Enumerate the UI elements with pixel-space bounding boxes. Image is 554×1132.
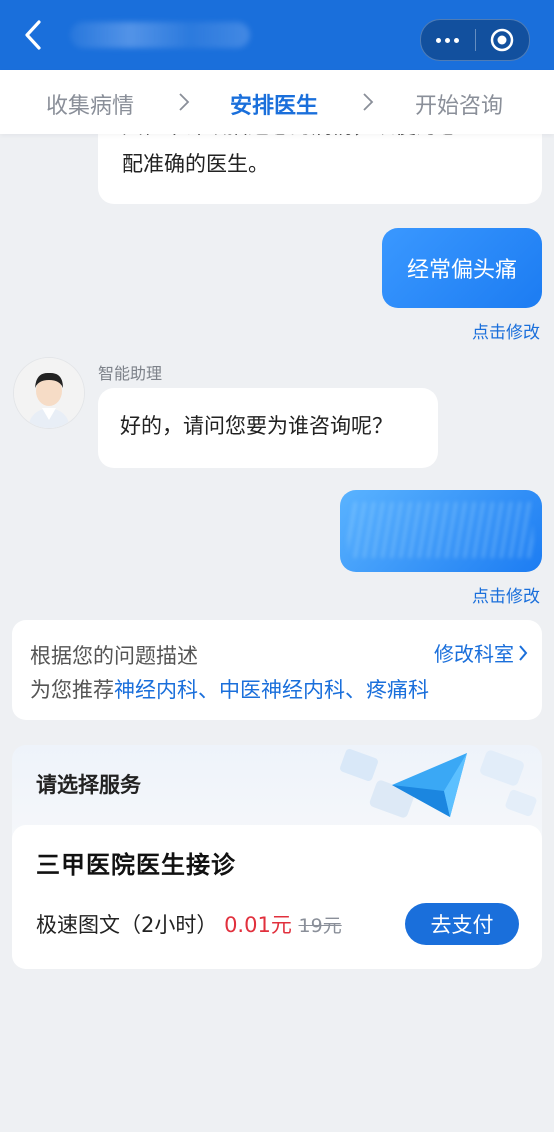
chevron-left-icon bbox=[25, 20, 41, 50]
user-message-bubble: 经常偏头痛 bbox=[382, 228, 542, 308]
edit-message-link[interactable]: 点击修改 bbox=[472, 582, 540, 607]
chevron-right-icon bbox=[519, 644, 528, 661]
service-name: 三甲医院医生接诊 bbox=[36, 851, 236, 879]
edit-message-link[interactable]: 点击修改 bbox=[472, 318, 540, 343]
assistant-avatar bbox=[14, 358, 84, 428]
service-item: 三甲医院医生接诊 极速图文（2小时） 0.01元 19元 去支付 bbox=[12, 825, 542, 969]
back-button[interactable] bbox=[16, 18, 50, 52]
user-message-text: 经常偏头痛 bbox=[406, 258, 517, 283]
edit-department-label: 修改科室 bbox=[434, 642, 514, 666]
department-recommendation-card: 根据您的问题描述 修改科室 为您推荐神经内科、中医神经内科、疼痛科 bbox=[12, 620, 542, 720]
service-detail: 极速图文（2小时） 0.01元 19元 bbox=[36, 909, 342, 939]
paper-plane-icon bbox=[340, 749, 537, 818]
doctor-avatar-icon bbox=[14, 358, 84, 428]
chevron-right-icon bbox=[363, 93, 374, 111]
service-price: 0.01元 bbox=[224, 913, 292, 937]
recommend-intro: 根据您的问题描述 bbox=[30, 644, 198, 668]
blurred-title bbox=[70, 22, 250, 48]
step-arrange-doctor: 安排医生 bbox=[230, 94, 319, 119]
dept-neurology[interactable]: 神经内科 bbox=[114, 678, 198, 702]
top-nav-bar bbox=[0, 0, 554, 70]
pay-button[interactable]: 去支付 bbox=[405, 903, 519, 945]
step-collect: 收集病情 bbox=[46, 94, 135, 119]
target-icon bbox=[491, 28, 514, 52]
recommend-prefix: 为您推荐 bbox=[30, 678, 114, 702]
service-type: 极速图文（2小时） bbox=[36, 913, 218, 937]
service-original-price: 19元 bbox=[298, 915, 342, 937]
partial-text: 配准确的医生。 bbox=[122, 152, 269, 176]
step-start-consult: 开始咨询 bbox=[415, 94, 504, 119]
assistant-question: 好的，请问您要为谁咨询呢？ bbox=[120, 414, 393, 438]
assistant-bubble: 好的，请问您要为谁咨询呢？ bbox=[98, 388, 438, 468]
assistant-name: 智能助理 bbox=[98, 364, 163, 383]
mini-program-capsule bbox=[420, 19, 530, 61]
service-section-title: 请选择服务 bbox=[36, 773, 141, 797]
edit-department-button[interactable]: 修改科室 bbox=[434, 638, 528, 667]
user-message-blurred bbox=[340, 490, 542, 572]
dept-tcm-neurology[interactable]: 中医神经内科 bbox=[219, 678, 345, 702]
chevron-right-icon bbox=[179, 93, 190, 111]
dept-separator: 、 bbox=[345, 678, 366, 702]
more-button[interactable] bbox=[421, 20, 475, 60]
dept-separator: 、 bbox=[198, 678, 219, 702]
dept-pain[interactable]: 疼痛科 bbox=[366, 678, 429, 702]
recommend-departments: 为您推荐神经内科、中医神经内科、疼痛科 bbox=[30, 674, 429, 704]
close-button[interactable] bbox=[476, 20, 530, 60]
service-selection-card: 请选择服务 三甲医院医生接诊 极速图文（2小时） 0.01元 19元 去支付 bbox=[12, 745, 542, 969]
progress-steps: 收集病情 安排医生 开始咨询 bbox=[0, 70, 554, 134]
